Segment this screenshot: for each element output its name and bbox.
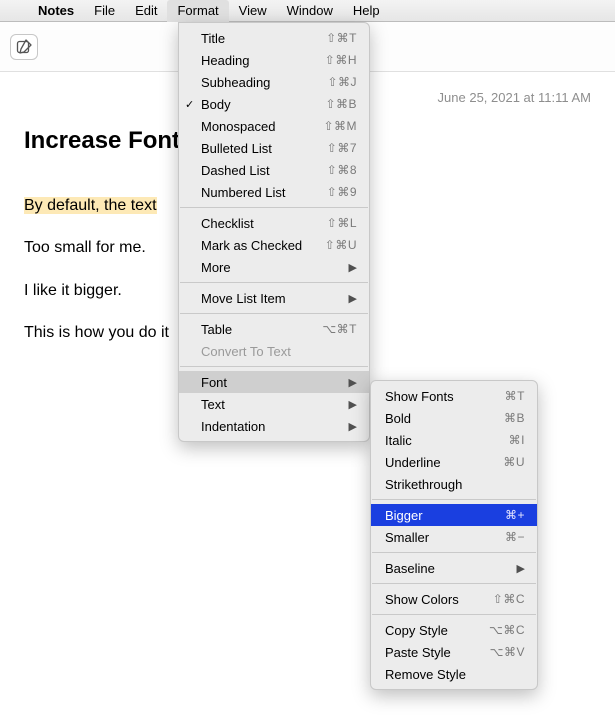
format-mark-checked[interactable]: Mark as Checked⇧⌘U [179, 234, 369, 256]
font-bigger[interactable]: Bigger⌘+ [371, 504, 537, 526]
chevron-right-icon: ▶ [349, 376, 357, 389]
font-submenu: Show Fonts⌘T Bold⌘B Italic⌘I Underline⌘U… [370, 380, 538, 690]
font-smaller[interactable]: Smaller⌘− [371, 526, 537, 548]
format-checklist[interactable]: Checklist⇧⌘L [179, 212, 369, 234]
format-monospaced[interactable]: Monospaced⇧⌘M [179, 115, 369, 137]
menu-separator [372, 614, 536, 615]
menu-view[interactable]: View [229, 0, 277, 22]
menu-window[interactable]: Window [277, 0, 343, 22]
format-table[interactable]: Table⌥⌘T [179, 318, 369, 340]
format-bulleted-list[interactable]: Bulleted List⇧⌘7 [179, 137, 369, 159]
font-bold[interactable]: Bold⌘B [371, 407, 537, 429]
format-title[interactable]: Title⇧⌘T [179, 27, 369, 49]
format-text[interactable]: Text▶ [179, 393, 369, 415]
compose-icon [16, 39, 32, 55]
format-heading[interactable]: Heading⇧⌘H [179, 49, 369, 71]
menu-edit[interactable]: Edit [125, 0, 167, 22]
format-subheading[interactable]: Subheading⇧⌘J [179, 71, 369, 93]
menu-separator [372, 583, 536, 584]
chevron-right-icon: ▶ [349, 420, 357, 433]
menu-separator [372, 552, 536, 553]
format-move-list-item[interactable]: Move List Item▶ [179, 287, 369, 309]
format-more[interactable]: More▶ [179, 256, 369, 278]
font-strikethrough[interactable]: Strikethrough [371, 473, 537, 495]
font-underline[interactable]: Underline⌘U [371, 451, 537, 473]
menu-separator [180, 366, 368, 367]
font-paste-style[interactable]: Paste Style⌥⌘V [371, 641, 537, 663]
font-remove-style[interactable]: Remove Style [371, 663, 537, 685]
menubar: Notes File Edit Format View Window Help [0, 0, 615, 22]
chevron-right-icon: ▶ [349, 261, 357, 274]
menu-separator [180, 207, 368, 208]
font-show-colors[interactable]: Show Colors⇧⌘C [371, 588, 537, 610]
chevron-right-icon: ▶ [349, 398, 357, 411]
format-dashed-list[interactable]: Dashed List⇧⌘8 [179, 159, 369, 181]
menu-file[interactable]: File [84, 0, 125, 22]
compose-button[interactable] [10, 34, 38, 60]
check-icon: ✓ [185, 98, 194, 111]
format-indentation[interactable]: Indentation▶ [179, 415, 369, 437]
format-convert-to-text: Convert To Text [179, 340, 369, 362]
menu-separator [180, 282, 368, 283]
chevron-right-icon: ▶ [349, 292, 357, 305]
font-copy-style[interactable]: Copy Style⌥⌘C [371, 619, 537, 641]
font-baseline[interactable]: Baseline▶ [371, 557, 537, 579]
format-body[interactable]: ✓Body⇧⌘B [179, 93, 369, 115]
font-show-fonts[interactable]: Show Fonts⌘T [371, 385, 537, 407]
format-menu: Title⇧⌘T Heading⇧⌘H Subheading⇧⌘J ✓Body⇧… [178, 22, 370, 442]
format-numbered-list[interactable]: Numbered List⇧⌘9 [179, 181, 369, 203]
menu-separator [180, 313, 368, 314]
font-italic[interactable]: Italic⌘I [371, 429, 537, 451]
menu-format[interactable]: Format [167, 0, 228, 22]
chevron-right-icon: ▶ [517, 562, 525, 575]
app-menu-notes[interactable]: Notes [28, 0, 84, 22]
menu-help[interactable]: Help [343, 0, 390, 22]
menu-separator [372, 499, 536, 500]
format-font[interactable]: Font▶ [179, 371, 369, 393]
